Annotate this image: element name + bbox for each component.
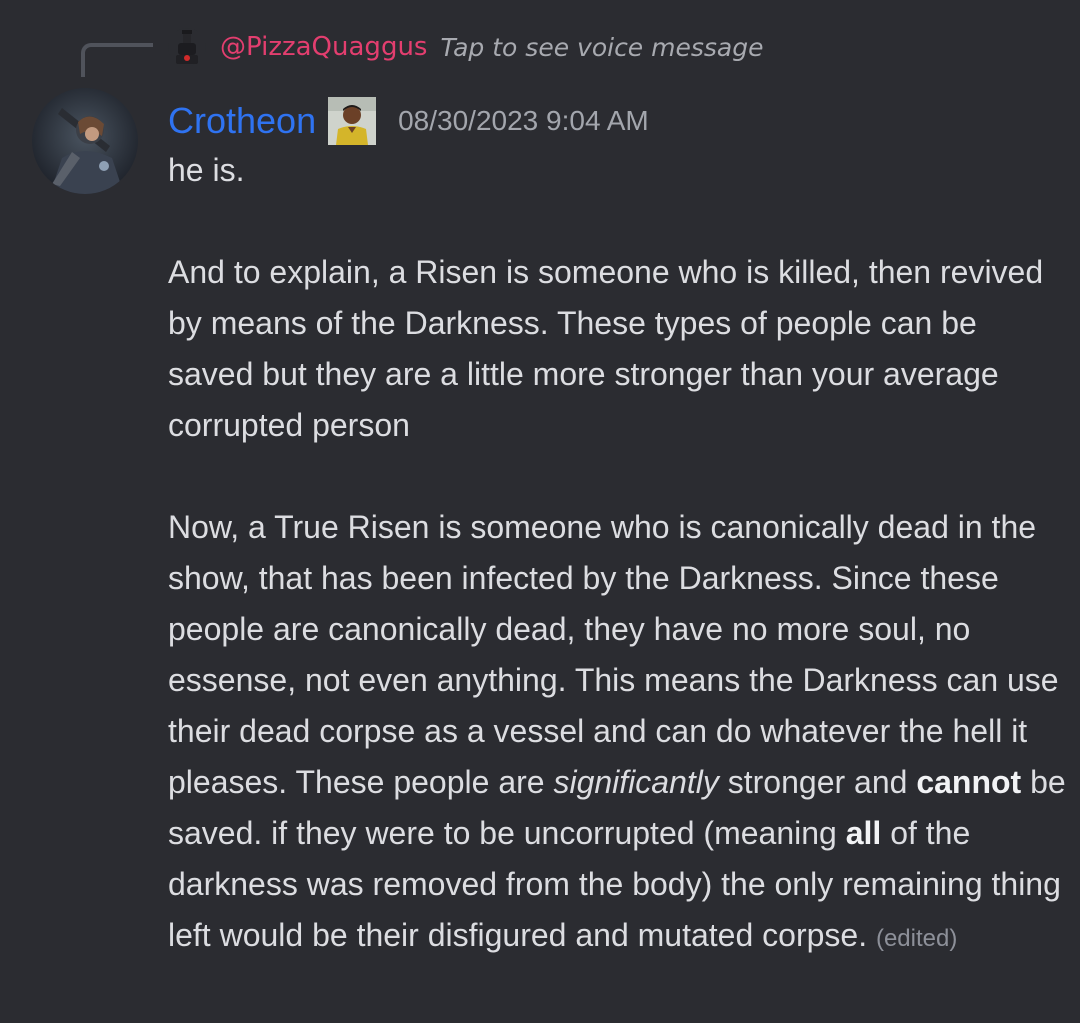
message-body: he is. And to explain, a Risen is someon… bbox=[168, 145, 1068, 964]
message-timestamp: 08/30/2023 9:04 AM bbox=[398, 105, 649, 136]
line-break bbox=[168, 196, 1068, 247]
paragraph-2-text-2: stronger and bbox=[718, 764, 917, 800]
reply-preview-text[interactable]: Tap to see voice message bbox=[440, 33, 763, 62]
chat-message-view: @PizzaQuaggus Tap to see voice message C… bbox=[0, 0, 1080, 1023]
message-header: Crotheon 08/30/2023 9:04 AM bbox=[168, 94, 649, 148]
reply-connector bbox=[81, 43, 153, 77]
line-break bbox=[168, 451, 1068, 502]
bold-emphasis-all: all bbox=[845, 815, 882, 851]
bold-emphasis-cannot: cannot bbox=[916, 764, 1022, 800]
message-line-1: he is. bbox=[168, 152, 245, 188]
italic-emphasis: significantly bbox=[553, 764, 719, 800]
message-paragraph-2: Now, a True Risen is someone who is cano… bbox=[168, 502, 1068, 964]
message-paragraph-1: And to explain, a Risen is someone who i… bbox=[168, 254, 1044, 443]
person-emoji-icon[interactable] bbox=[328, 97, 377, 145]
paragraph-2-text-1: Now, a True Risen is someone who is cano… bbox=[168, 509, 1059, 800]
user-avatar[interactable] bbox=[32, 88, 138, 194]
edited-label: (edited) bbox=[875, 925, 958, 952]
reply-author-name[interactable]: @PizzaQuaggus bbox=[220, 32, 427, 62]
figure-avatar-icon[interactable] bbox=[168, 28, 206, 66]
reply-reference[interactable]: @PizzaQuaggus Tap to see voice message bbox=[168, 28, 764, 66]
username[interactable]: Crotheon bbox=[168, 100, 316, 142]
